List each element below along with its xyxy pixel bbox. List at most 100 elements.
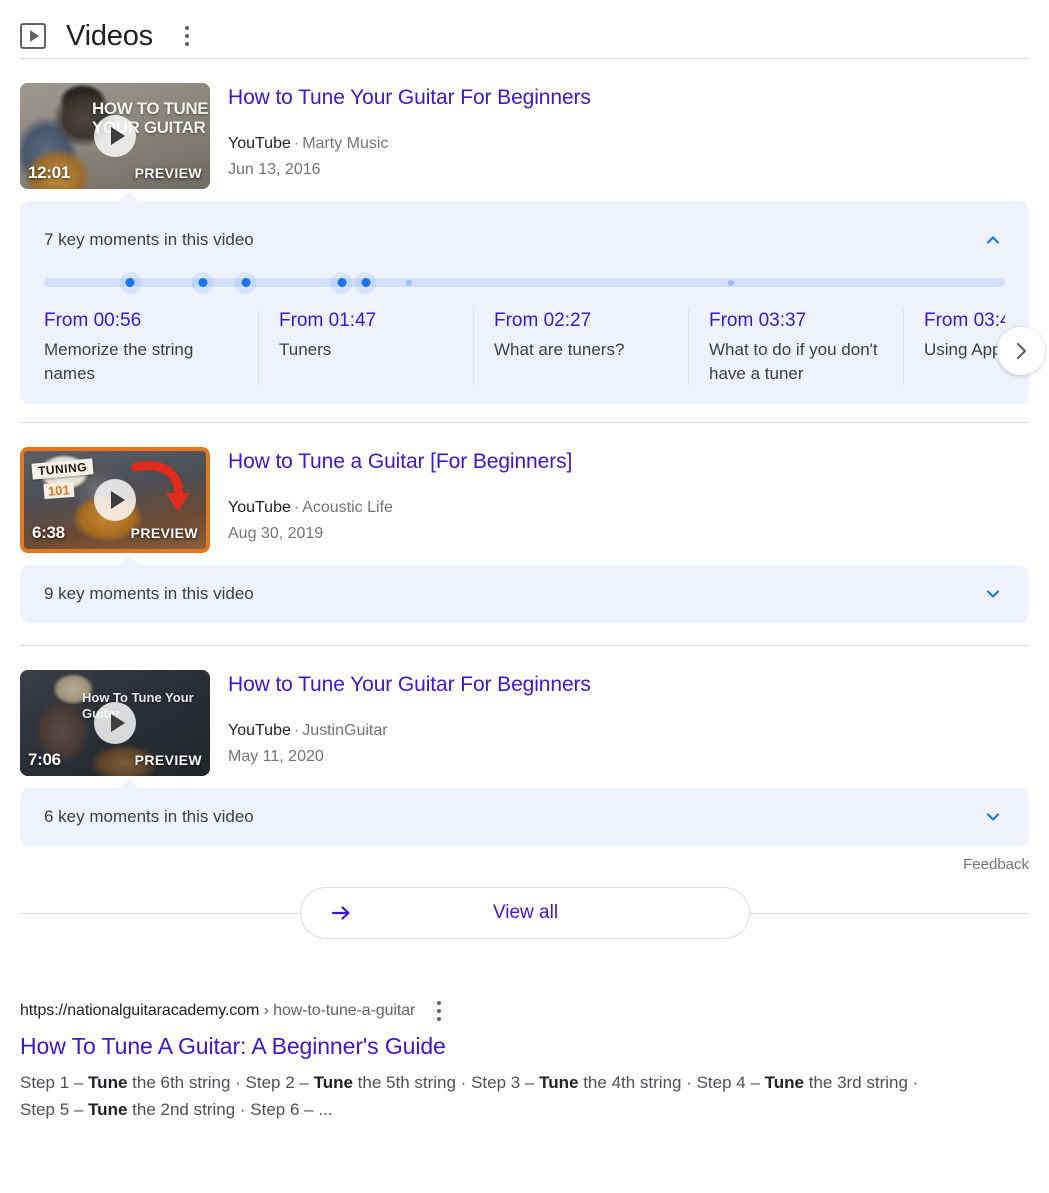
separator: ·: [291, 722, 302, 739]
video-badge-icon: [20, 23, 46, 49]
chevron-up-icon[interactable]: [981, 228, 1005, 252]
timeline-dot[interactable]: [337, 278, 346, 287]
preview-label: PREVIEW: [135, 165, 202, 181]
video-result[interactable]: How To Tune Your Guitar 7:06 PREVIEW How…: [0, 646, 1049, 776]
key-moment-label: What to do if you don't have a tuner: [709, 338, 885, 386]
chevron-down-icon[interactable]: [981, 805, 1005, 829]
key-moments-toggle[interactable]: 7 key moments in this video: [20, 201, 1029, 259]
view-all-button[interactable]: View all: [300, 887, 750, 939]
chevron-right-icon[interactable]: [997, 327, 1045, 375]
videos-section-header: Videos: [0, 0, 1049, 58]
key-moment-label: Memorize the string names: [44, 338, 240, 386]
feedback-row: Feedback: [0, 846, 1049, 873]
key-moment-item[interactable]: From 03:47 Using Apps: [904, 309, 1005, 386]
play-icon[interactable]: [94, 702, 136, 744]
result-domain: https://nationalguitaracademy.com: [20, 1002, 259, 1019]
timeline-dot[interactable]: [241, 278, 250, 287]
key-moments-count-label: 9 key moments in this video: [44, 584, 254, 604]
key-moment-item[interactable]: From 02:27 What are tuners?: [474, 309, 689, 386]
search-results-page: Videos HOW TO TUNE YOUR GUITAR 12:01 PRE…: [0, 0, 1049, 1193]
video-thumbnail[interactable]: TUNING 101 6:38 PREVIEW: [20, 447, 210, 553]
key-moments-timeline[interactable]: [44, 269, 1005, 295]
key-moment-time[interactable]: From 00:56: [44, 309, 240, 333]
result-url: https://nationalguitaracademy.com › how-…: [20, 1002, 415, 1020]
video-date: Aug 30, 2019: [228, 523, 572, 544]
key-moments-list: From 00:56 Memorize the string names Fro…: [44, 309, 1005, 404]
snippet-text: Step 1 –: [20, 1073, 88, 1092]
video-channel: JustinGuitar: [302, 722, 387, 739]
page-title: Videos: [66, 22, 153, 51]
snippet-highlight: Tune: [539, 1073, 578, 1092]
key-moment-item[interactable]: From 03:37 What to do if you don't have …: [689, 309, 904, 386]
timeline-dot[interactable]: [126, 278, 135, 287]
key-moment-time[interactable]: From 01:47: [279, 309, 455, 333]
timeline-dot[interactable]: [361, 278, 370, 287]
key-moment-time[interactable]: From 03:37: [709, 309, 885, 333]
key-moments-toggle[interactable]: 9 key moments in this video: [20, 565, 1029, 623]
snippet-text: the 4th string · Step 4 –: [578, 1073, 764, 1092]
breadcrumb[interactable]: https://nationalguitaracademy.com › how-…: [20, 997, 1029, 1025]
snippet-highlight: Tune: [765, 1073, 804, 1092]
key-moments-toggle[interactable]: 6 key moments in this video: [20, 788, 1029, 846]
video-thumbnail[interactable]: HOW TO TUNE YOUR GUITAR 12:01 PREVIEW: [20, 83, 210, 189]
key-moment-label: What are tuners?: [494, 338, 670, 362]
video-duration: 7:06: [28, 750, 61, 770]
video-date: Jun 13, 2016: [228, 159, 591, 180]
key-moments-count-label: 6 key moments in this video: [44, 807, 254, 827]
video-duration: 6:38: [32, 523, 65, 543]
snippet-highlight: Tune: [88, 1100, 127, 1119]
key-moment-time[interactable]: From 03:47: [924, 309, 1005, 333]
timeline-rail: [44, 278, 1005, 287]
crumb-separator: ›: [264, 1002, 269, 1019]
thumbnail-overlay-subtext: 101: [44, 482, 75, 499]
key-moments-panel: 9 key moments in this video: [20, 565, 1029, 623]
key-moment-item[interactable]: From 01:47 Tuners: [259, 309, 474, 386]
feedback-link[interactable]: Feedback: [963, 856, 1029, 873]
view-all-row: View all: [20, 887, 1029, 939]
video-source-line: YouTube·Acoustic Life: [228, 497, 572, 518]
video-result[interactable]: TUNING 101 6:38 PREVIEW How to Tune a Gu…: [0, 423, 1049, 553]
result-title-link[interactable]: How To Tune A Guitar: A Beginner's Guide: [20, 1031, 446, 1061]
video-thumbnail[interactable]: How To Tune Your Guitar 7:06 PREVIEW: [20, 670, 210, 776]
decorative-arrow-icon: [130, 459, 192, 521]
video-title-link[interactable]: How to Tune Your Guitar For Beginners: [228, 672, 591, 698]
result-snippet: Step 1 – Tune the 6th string · Step 2 – …: [20, 1069, 920, 1123]
video-channel: Acoustic Life: [302, 499, 393, 516]
video-source-line: YouTube·JustinGuitar: [228, 720, 591, 741]
preview-label: PREVIEW: [131, 525, 198, 541]
key-moments-panel: 6 key moments in this video: [20, 788, 1029, 846]
key-moment-time[interactable]: From 02:27: [494, 309, 670, 333]
video-date: May 11, 2020: [228, 746, 591, 767]
snippet-highlight: Tune: [314, 1073, 353, 1092]
timeline-dot[interactable]: [198, 278, 207, 287]
organic-result: https://nationalguitaracademy.com › how-…: [0, 939, 1049, 1123]
video-title-link[interactable]: How to Tune Your Guitar For Beginners: [228, 85, 591, 111]
key-moments-count-label: 7 key moments in this video: [44, 230, 254, 250]
key-moment-label: Using Apps: [924, 338, 1005, 362]
key-moment-label: Tuners: [279, 338, 455, 362]
snippet-highlight: Tune: [88, 1073, 127, 1092]
key-moments-wrapper: 9 key moments in this video: [0, 553, 1049, 623]
snippet-text: the 5th string · Step 3 –: [353, 1073, 539, 1092]
result-path: how-to-tune-a-guitar: [273, 1002, 415, 1019]
video-title-link[interactable]: How to Tune a Guitar [For Beginners]: [228, 449, 572, 475]
chevron-down-icon[interactable]: [981, 582, 1005, 606]
separator: ·: [291, 135, 302, 152]
play-icon[interactable]: [94, 479, 136, 521]
video-result[interactable]: HOW TO TUNE YOUR GUITAR 12:01 PREVIEW Ho…: [0, 59, 1049, 189]
kebab-menu-icon[interactable]: [179, 22, 195, 50]
timeline-dot[interactable]: [728, 280, 734, 286]
separator: ·: [291, 499, 302, 516]
kebab-menu-icon[interactable]: [431, 997, 447, 1025]
video-source: YouTube: [228, 499, 291, 516]
timeline-dot[interactable]: [406, 280, 412, 286]
key-moments-panel: 7 key moments in this video From 00:56 M: [20, 201, 1029, 404]
key-moments-wrapper: 7 key moments in this video From 00:56 M: [0, 189, 1049, 404]
snippet-text: the 2nd string · Step 6 – ...: [127, 1100, 332, 1119]
view-all-label: View all: [331, 902, 721, 924]
snippet-text: the 6th string · Step 2 –: [127, 1073, 313, 1092]
key-moment-item[interactable]: From 00:56 Memorize the string names: [44, 309, 259, 386]
play-icon[interactable]: [94, 115, 136, 157]
key-moments-wrapper: 6 key moments in this video: [0, 776, 1049, 846]
preview-label: PREVIEW: [135, 752, 202, 768]
